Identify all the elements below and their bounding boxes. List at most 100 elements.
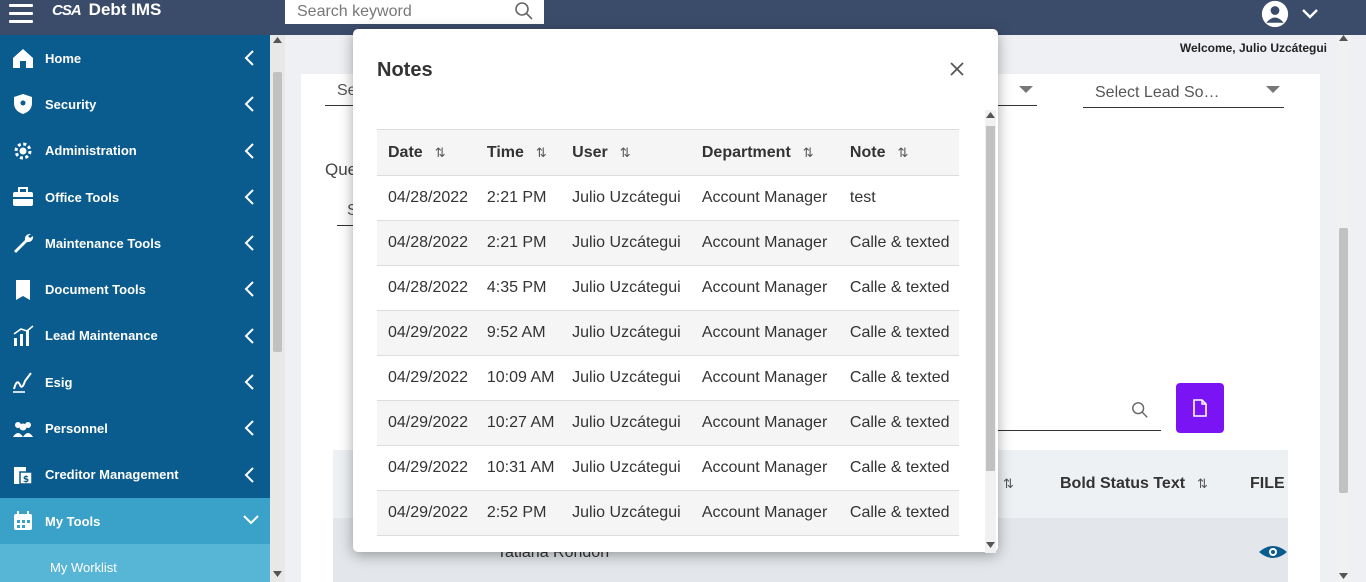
sidebar-item-label: Home [45,50,82,66]
sidebar-item-lead-maintenance[interactable]: Lead Maintenance [0,313,270,359]
sidebar-item-personnel[interactable]: Personnel [0,405,270,451]
table-row[interactable]: 04/29/2022 9:52 AM Julio Uzcátegui Account … [377,310,959,356]
user-menu[interactable] [1259,0,1319,28]
chevron-left-icon [244,189,254,205]
modal-scroll-thumb[interactable] [986,126,995,471]
sort-icon[interactable]: ⇅ [803,145,814,160]
scroll-down-icon[interactable] [1339,573,1348,579]
logo-mark: CSA [52,1,82,19]
cell-note: Calle & texted [838,220,959,266]
cell-date: 04/29/2022 [377,310,476,356]
sort-icon[interactable]: ⇅ [897,145,908,160]
welcome-text: Welcome, Julio Uzcátegui [1179,41,1327,55]
sidebar-item-maintenance-tools[interactable]: Maintenance Tools [0,220,270,266]
table-row[interactable]: 04/29/2022 2:52 PM Julio Uzcátegui Account … [377,490,959,536]
close-icon[interactable] [949,61,965,77]
sidebar: Home Security Administration Office Tools Ma… [0,35,270,582]
sidebar-item-home[interactable]: Home [0,35,270,81]
table-row[interactable]: 04/29/2022 10:27 AM Julio Uzcátegui Account… [377,400,959,446]
cell-date: 04/28/2022 [377,175,476,221]
table-row[interactable]: 04/28/2022 2:21 PM Julio Uzcátegui Account … [377,175,959,221]
sidebar-item-label: Security [45,96,97,112]
cell-user: Julio Uzcátegui [561,445,691,491]
menu-icon[interactable] [9,4,33,24]
creditor-icon: $ [9,463,37,487]
grid-search-input[interactable] [990,401,1161,431]
sort-icon[interactable]: ⇅ [620,145,631,160]
gear-icon [9,139,37,163]
book-icon [9,278,37,302]
cell-user: Julio Uzcátegui [561,355,691,401]
scroll-up-icon[interactable] [1339,35,1348,41]
app-logo[interactable]: CSA Debt IMS [52,0,162,19]
table-row[interactable]: 04/28/2022 4:35 PM Julio Uzcátegui Account … [377,265,959,311]
search-icon[interactable] [514,1,534,21]
table-row[interactable]: 04/29/2022 10:09 AM Julio Uzcátegui Account… [377,355,959,401]
scroll-down-icon[interactable] [986,542,995,548]
cell-note: Calle & texted [838,355,959,401]
cell-note: Calle & texted [838,265,959,311]
chevron-left-icon [244,328,254,344]
sidebar-scroll-thumb[interactable] [273,72,282,352]
column-header-note[interactable]: Note ⇅ [838,129,959,176]
eye-icon[interactable] [1258,544,1288,560]
sort-icon[interactable]: ⇅ [1197,476,1208,492]
briefcase-icon [9,185,37,209]
column-header-date[interactable]: Date ⇅ [377,129,476,176]
scroll-up-icon[interactable] [986,112,995,118]
sort-icon[interactable]: ⇅ [1003,476,1014,492]
sidebar-item-label: Lead Maintenance [45,328,158,344]
column-header-time[interactable]: Time ⇅ [475,129,562,176]
lead-source-value: Select Lead So… [1095,84,1220,101]
wrench-icon [9,231,37,255]
column-header-department[interactable]: Department ⇅ [690,129,839,176]
cell-time: 4:35 PM [475,265,562,311]
chevron-down-icon [1302,9,1318,19]
scroll-up-icon[interactable] [273,37,282,43]
sidebar-subitem-my-worklist[interactable]: My Worklist [0,544,270,582]
sidebar-item-administration[interactable]: Administration [0,128,270,174]
sidebar-item-label: Esig [45,374,73,390]
svg-text:$: $ [23,475,29,485]
table-row[interactable]: 04/29/2022 10:31 AM Julio Uzcátegui Account… [377,445,959,491]
cell-department: Account Manager [690,355,839,401]
app-title: Debt IMS [88,0,162,19]
table-row[interactable]: 04/28/2022 2:21 PM Julio Uzcátegui Account … [377,220,959,266]
cell-time: 2:52 PM [475,490,562,536]
signature-icon [9,370,37,394]
lead-source-select[interactable]: Select Lead So… [1083,78,1284,108]
search-input[interactable]: Search keyword [285,0,544,24]
chevron-left-icon [244,50,254,66]
scroll-down-icon[interactable] [273,571,282,577]
page-scroll-thumb[interactable] [1339,228,1348,493]
sort-icon[interactable]: ⇅ [536,145,547,160]
people-icon [9,417,37,441]
search-icon[interactable] [1131,401,1149,419]
column-header-label: Department [701,143,791,161]
sidebar-item-office-tools[interactable]: Office Tools [0,174,270,220]
file-icon [1193,399,1207,417]
export-file-button[interactable] [1176,383,1224,433]
sidebar-item-document-tools[interactable]: Document Tools [0,266,270,312]
sidebar-item-my-tools[interactable]: My Tools [0,497,270,545]
cell-date: 04/29/2022 [377,400,476,446]
sort-icon[interactable]: ⇅ [435,145,446,160]
modal-title: Notes [377,59,433,81]
grid-header-file[interactable]: FILE [1250,475,1285,493]
cell-note: test [838,175,959,221]
caret-down-icon [1019,86,1033,93]
grid-header-status[interactable]: Bold Status Text [1060,475,1185,493]
sidebar-item-creditor-management[interactable]: $ Creditor Management [0,452,270,498]
sidebar-item-security[interactable]: Security [0,81,270,127]
cell-department: Account Manager [690,220,839,266]
user-avatar-icon [1261,0,1289,28]
sidebar-item-label: My Tools [45,513,101,529]
chevron-left-icon [244,374,254,390]
cell-user: Julio Uzcátegui [561,310,691,356]
cell-time: 2:21 PM [475,175,562,221]
cell-time: 9:52 AM [475,310,562,356]
sidebar-item-label: Document Tools [45,282,146,298]
sidebar-item-esig[interactable]: Esig [0,359,270,405]
column-header-user[interactable]: User ⇅ [561,129,691,176]
cell-note: Calle & texted [838,310,959,356]
